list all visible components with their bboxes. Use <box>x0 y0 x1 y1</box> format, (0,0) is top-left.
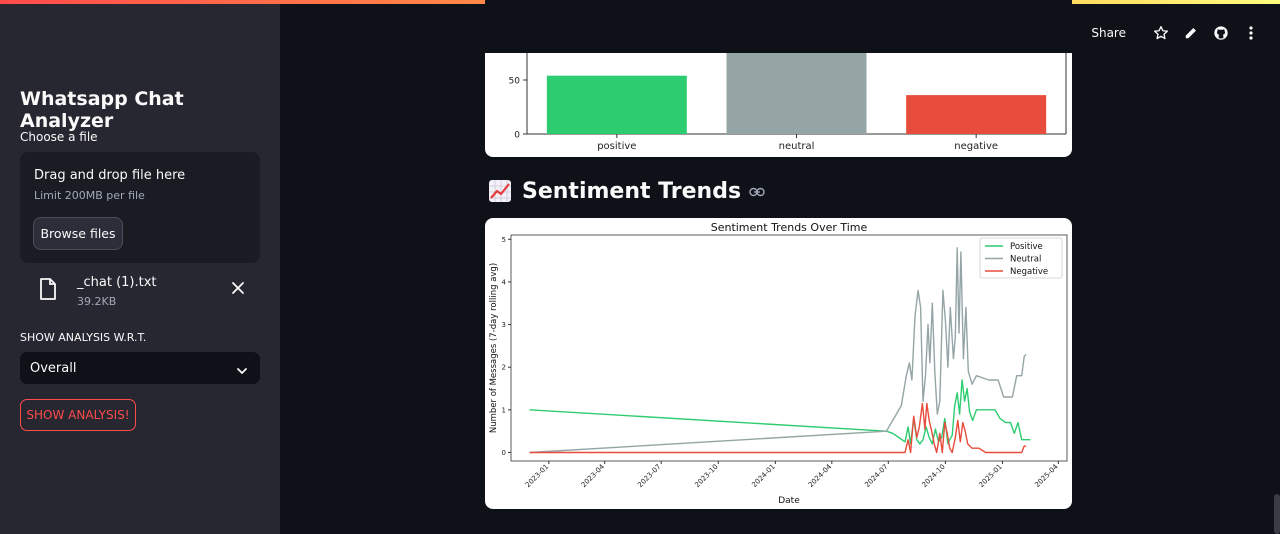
file-icon <box>38 278 58 304</box>
sentiment-trends-chart: Sentiment Trends Over Time Date Number of … <box>489 221 1068 506</box>
ytick-label: 2 <box>502 364 506 372</box>
ytick-label: 1 <box>502 406 506 414</box>
bar-category-label: positive <box>597 141 636 152</box>
xtick-label: 2024-01 <box>750 463 776 489</box>
uploaded-file: _chat (1).txt 39.2KB <box>20 270 260 310</box>
xtick-label: 2024-10 <box>920 463 946 489</box>
ytick-label: 0 <box>502 449 506 457</box>
dropzone-title: Drag and drop file here <box>34 168 186 183</box>
xtick-label: 2023-10 <box>693 463 719 489</box>
select-value: Overall <box>30 361 77 376</box>
bar-ytick-label: 50 <box>509 77 521 87</box>
ytick-label: 3 <box>502 321 506 329</box>
xtick-label: 2025-04 <box>1033 462 1060 489</box>
app-title: Whatsapp Chat Analyzer <box>20 88 184 132</box>
xtick-label: 2024-07 <box>863 463 889 489</box>
bar-ytick-label: 0 <box>514 131 520 141</box>
dropzone-limit: Limit 200MB per file <box>34 189 145 202</box>
browse-files-button[interactable]: Browse files <box>33 217 123 250</box>
share-button[interactable]: Share <box>1091 26 1126 40</box>
bar-category-label: negative <box>954 141 998 152</box>
chart-increasing-icon <box>488 179 512 203</box>
bar-positive <box>546 75 687 134</box>
xtick-label: 2024-04 <box>807 462 834 489</box>
chart-title: Sentiment Trends Over Time <box>711 221 868 234</box>
header-area <box>485 0 1072 53</box>
github-icon[interactable] <box>1212 24 1230 42</box>
section-title: Sentiment Trends <box>522 178 742 204</box>
series-line-negative <box>529 402 1026 454</box>
close-icon[interactable] <box>230 280 246 300</box>
bar-category-label: neutral <box>779 141 815 152</box>
sentiment-trends-card: Sentiment Trends Over Time Date Number of … <box>485 218 1072 509</box>
star-icon[interactable] <box>1152 24 1170 42</box>
ytick-label: 4 <box>502 278 507 286</box>
legend-label: Neutral <box>1010 255 1041 265</box>
file-size: 39.2KB <box>77 295 117 308</box>
section-heading: Sentiment Trends <box>488 175 765 207</box>
file-dropzone[interactable]: Drag and drop file here Limit 200MB per … <box>20 152 260 263</box>
pencil-icon[interactable] <box>1182 24 1200 42</box>
y-axis-label: Number of Messages (7-day rolling avg) <box>489 263 499 433</box>
sidebar: Whatsapp Chat Analyzer Choose a file Dra… <box>0 4 280 534</box>
scrollbar[interactable] <box>1274 494 1280 534</box>
legend: Positive Neutral Negative <box>979 237 1063 279</box>
toolbar: Share <box>1091 22 1260 44</box>
analysis-select[interactable]: Overall <box>20 352 260 384</box>
ytick-label: 5 <box>502 236 506 244</box>
show-analysis-button[interactable]: SHOW ANALYSIS! <box>20 399 136 431</box>
xtick-label: 2025-01 <box>978 463 1004 489</box>
x-axis-label: Date <box>778 496 800 506</box>
xtick-label: 2023-04 <box>580 462 607 489</box>
legend-label: Negative <box>1010 267 1048 277</box>
bar-negative <box>906 95 1047 134</box>
link-icon[interactable] <box>749 182 765 201</box>
xtick-label: 2023-01 <box>524 463 550 489</box>
chevron-down-icon <box>236 362 248 381</box>
more-vertical-icon[interactable] <box>1242 24 1260 42</box>
file-uploader-label: Choose a file <box>20 130 98 144</box>
series-line-neutral <box>529 247 1027 454</box>
analysis-select-label: SHOW ANALYSIS W.R.T. <box>20 331 147 344</box>
xtick-label: 2023-07 <box>636 463 662 489</box>
legend-label: Positive <box>1010 242 1043 252</box>
file-name: _chat (1).txt <box>77 275 157 290</box>
